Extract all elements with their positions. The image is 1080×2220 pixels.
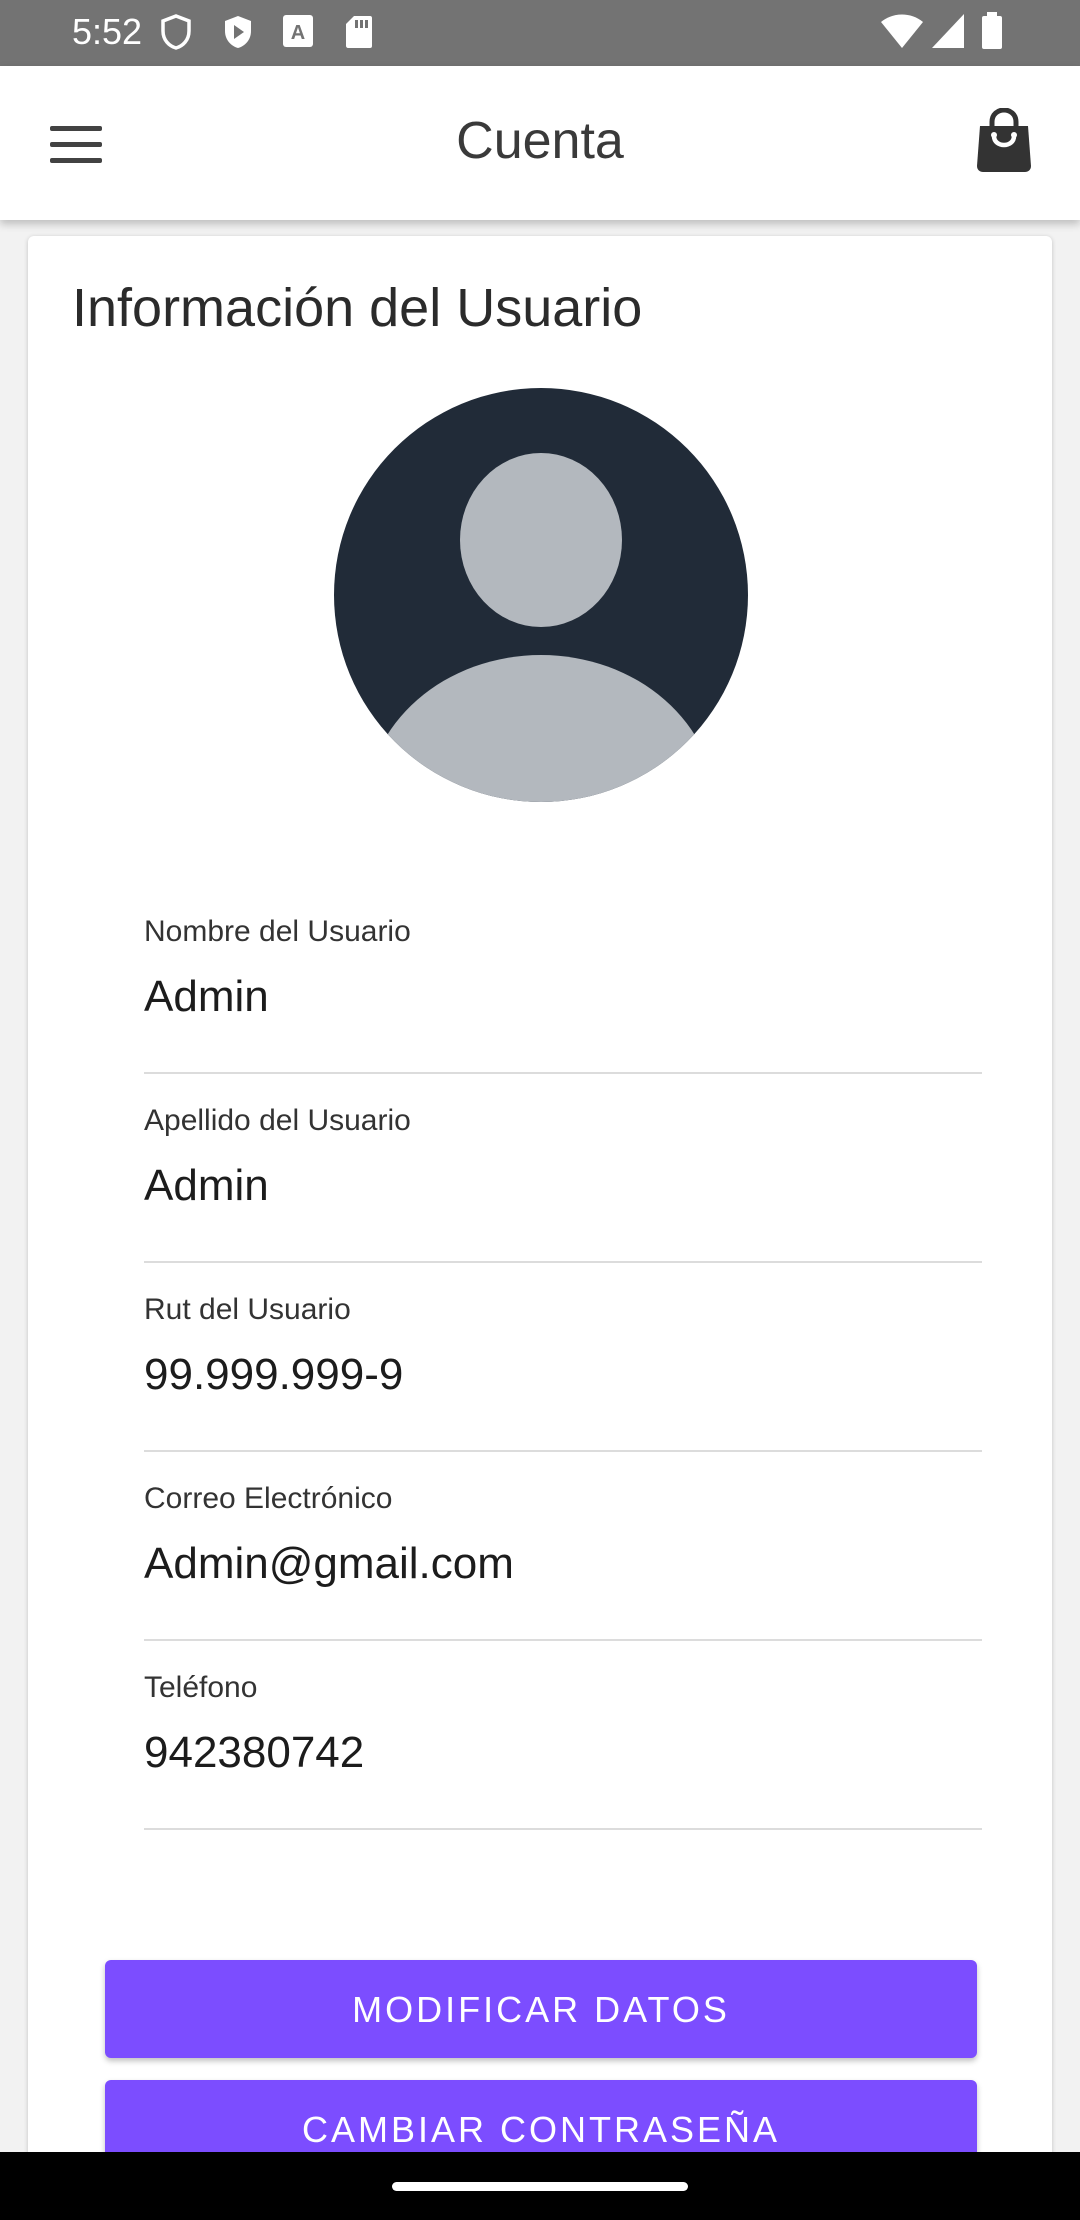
last-name-value: Admin: [144, 1161, 269, 1210]
rut-field: Rut del Usuario 99.999.999-9: [144, 1262, 982, 1452]
card-title: Información del Usuario: [72, 278, 643, 338]
battery-icon: [980, 12, 1004, 55]
page-title: Cuenta: [456, 112, 624, 170]
rut-label: Rut del Usuario: [144, 1293, 351, 1326]
email-value: Admin@gmail.com: [144, 1539, 514, 1588]
shopping-bag-icon[interactable]: [974, 107, 1034, 174]
email-field: Correo Electrónico Admin@gmail.com: [144, 1451, 982, 1641]
wifi-icon: [880, 12, 924, 55]
status-time: 5:52: [72, 11, 143, 52]
app-bar: Cuenta: [0, 66, 1080, 220]
shield-icon: [160, 14, 192, 55]
phone-field: Teléfono 942380742: [144, 1640, 982, 1830]
signal-icon: [930, 12, 966, 55]
sd-card-icon: [344, 14, 374, 55]
user-info-card: Información del Usuario Nombre del Usuar…: [28, 236, 1052, 2186]
status-bar: 5:52 A: [0, 0, 1080, 66]
last-name-field: Apellido del Usuario Admin: [144, 1073, 982, 1263]
navigation-bar: [0, 2152, 1080, 2220]
phone-value: 942380742: [144, 1728, 365, 1777]
font-a-icon: A: [282, 14, 314, 53]
modify-data-button[interactable]: MODIFICAR DATOS: [105, 1960, 977, 2058]
home-indicator[interactable]: [392, 2182, 688, 2191]
svg-text:A: A: [291, 22, 305, 44]
last-name-label: Apellido del Usuario: [144, 1104, 411, 1137]
first-name-label: Nombre del Usuario: [144, 915, 411, 948]
user-avatar-icon: [334, 388, 748, 802]
first-name-field: Nombre del Usuario Admin: [144, 884, 982, 1074]
email-label: Correo Electrónico: [144, 1482, 393, 1515]
phone-label: Teléfono: [144, 1671, 258, 1704]
rut-value: 99.999.999-9: [144, 1350, 404, 1399]
play-protect-icon: [222, 14, 254, 55]
first-name-value: Admin: [144, 972, 269, 1021]
